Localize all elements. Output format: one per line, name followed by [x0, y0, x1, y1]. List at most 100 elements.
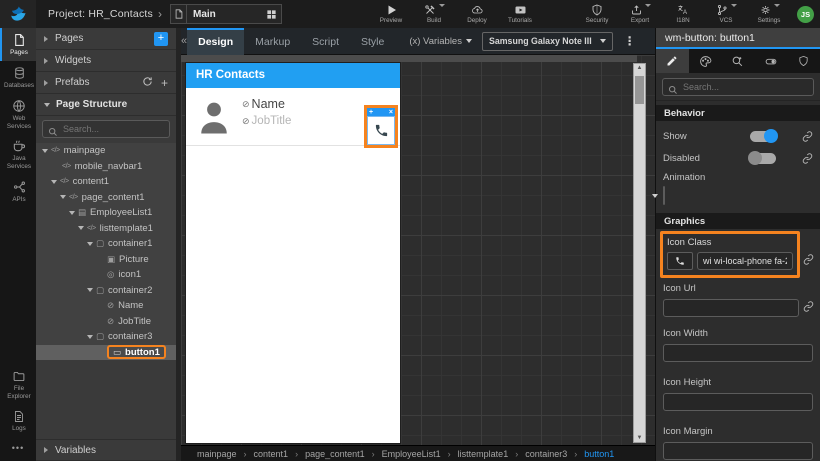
tab-toggle-options[interactable] — [754, 49, 787, 73]
export-button[interactable]: Export — [625, 4, 655, 24]
collapse-arrow-icon[interactable] — [78, 226, 84, 231]
icon-margin-input[interactable] — [663, 442, 813, 460]
breadcrumb-container3[interactable]: container3 — [525, 449, 567, 459]
tab-security[interactable] — [787, 49, 820, 73]
tree-item-container2[interactable]: ▢ container2 — [36, 283, 176, 299]
breadcrumb-page-content1[interactable]: page_content1 — [305, 449, 365, 459]
avatar-picture[interactable] — [196, 97, 232, 142]
tree-item-container1[interactable]: ▢ container1 — [36, 236, 176, 252]
tab-design[interactable]: Design — [187, 27, 245, 55]
tab-style[interactable]: Style — [350, 28, 395, 55]
collapse-arrow-icon[interactable] — [60, 195, 66, 200]
tree-item-content1[interactable]: </> content1 — [36, 174, 176, 190]
wavemaker-logo[interactable] — [0, 0, 36, 28]
canvas-grid-area[interactable]: HR Contacts ⊘ Name ⊘ JobTitle + × ▲ ▼ — [181, 55, 655, 445]
breadcrumb-button1[interactable]: button1 — [584, 449, 614, 459]
build-button[interactable]: Build — [419, 4, 449, 24]
deploy-button[interactable]: Deploy — [462, 4, 492, 24]
canvas-scrollbar[interactable]: ▲ ▼ — [633, 63, 646, 443]
tab-styles[interactable] — [689, 49, 722, 73]
settings-button[interactable]: Settings — [754, 4, 784, 24]
section-page-structure[interactable]: Page Structure — [36, 94, 176, 116]
widget-add-button[interactable]: + — [369, 109, 373, 116]
tree-item-container3[interactable]: ▢ container3 — [36, 329, 176, 345]
disabled-toggle[interactable] — [748, 151, 776, 165]
add-page-button[interactable]: + — [154, 31, 168, 46]
scrollbar-thumb[interactable] — [635, 76, 644, 104]
show-toggle[interactable] — [750, 129, 778, 143]
rail-item-file-explorer[interactable]: File Explorer — [0, 365, 36, 405]
bind-link-icon[interactable] — [802, 130, 813, 142]
phone-call-button[interactable] — [367, 116, 395, 145]
icon-picker-button[interactable] — [667, 252, 693, 270]
tree-item-mainpage[interactable]: </> mainpage — [36, 143, 176, 159]
page-tab-main[interactable]: Main — [170, 4, 282, 24]
tree-item-picture[interactable]: ▣ Picture — [36, 252, 176, 268]
widget-remove-button[interactable]: × — [389, 109, 393, 116]
collapse-arrow-icon[interactable] — [69, 210, 75, 215]
variables-button[interactable]: (x) Variables — [409, 36, 472, 47]
collapse-arrow-icon[interactable] — [87, 334, 93, 339]
section-prefabs[interactable]: Prefabs + — [36, 72, 176, 94]
tab-markup[interactable]: Markup — [244, 28, 301, 55]
section-pages[interactable]: Pages + — [36, 28, 176, 50]
tree-item-jobtitle[interactable]: ⊘ JobTitle — [36, 314, 176, 330]
breadcrumb-listtemplate1[interactable]: listtemplate1 — [458, 449, 509, 459]
breadcrumb-content1[interactable]: content1 — [254, 449, 289, 459]
grid-icon[interactable] — [261, 9, 281, 20]
more-options-button[interactable]: ⋮ — [621, 34, 639, 48]
icon-height-input[interactable] — [663, 393, 813, 411]
bind-link-icon[interactable] — [803, 301, 814, 312]
collapse-arrow-icon[interactable] — [42, 148, 48, 153]
tree-item-employeelist1[interactable]: ▤ EmployeeList1 — [36, 205, 176, 221]
section-widgets[interactable]: Widgets — [36, 50, 176, 72]
breadcrumb-employeelist1[interactable]: EmployeeList1 — [382, 449, 441, 459]
rail-more-button[interactable]: ••• — [0, 437, 36, 461]
icon-class-input[interactable] — [697, 252, 793, 270]
tab-search-properties[interactable] — [722, 49, 755, 73]
name-label[interactable]: Name — [252, 97, 285, 111]
animation-select[interactable] — [652, 186, 665, 205]
icon-width-input[interactable] — [663, 344, 813, 362]
tree-item-name[interactable]: ⊘ Name — [36, 298, 176, 314]
bind-link-icon[interactable] — [802, 152, 813, 164]
search-input[interactable] — [63, 121, 165, 137]
chevron-right-icon: › — [371, 448, 375, 459]
rail-item-web-services[interactable]: Web Services — [0, 94, 36, 135]
tree-item-icon1[interactable]: ◎ icon1 — [36, 267, 176, 283]
tree-item-mobile-navbar1[interactable]: </> mobile_navbar1 — [36, 159, 176, 175]
tree-item-button1[interactable]: ▭ button1 — [36, 344, 176, 360]
collapse-arrow-icon[interactable] — [87, 288, 93, 293]
tree-item-listtemplate1[interactable]: </> listtemplate1 — [36, 221, 176, 237]
mobile-navbar[interactable]: HR Contacts — [186, 63, 400, 88]
rail-item-java-services[interactable]: Java Services — [0, 134, 36, 175]
tutorials-button[interactable]: Tutorials — [505, 4, 535, 24]
breadcrumb-mainpage[interactable]: mainpage — [197, 449, 237, 459]
tab-script[interactable]: Script — [301, 28, 350, 55]
properties-search-input[interactable] — [683, 79, 809, 95]
preview-button[interactable]: Preview — [376, 4, 406, 24]
add-prefab-button[interactable]: + — [161, 77, 168, 89]
section-variables[interactable]: Variables — [36, 439, 176, 461]
rail-item-logs[interactable]: Logs — [0, 405, 36, 437]
scroll-up-icon[interactable]: ▲ — [634, 65, 645, 71]
property-icon-height: Icon Height — [656, 374, 820, 415]
rail-item-databases[interactable]: Databases — [0, 61, 36, 94]
collapse-arrow-icon[interactable] — [87, 241, 93, 246]
tab-properties[interactable] — [656, 49, 689, 73]
rail-item-apis[interactable]: APIs — [0, 175, 36, 208]
bind-link-icon[interactable] — [803, 254, 814, 265]
scroll-down-icon[interactable]: ▼ — [634, 435, 645, 441]
employee-list-item[interactable]: ⊘ Name ⊘ JobTitle + × — [186, 88, 400, 148]
vcs-button[interactable]: VCS — [711, 4, 741, 24]
device-selector[interactable]: Samsung Galaxy Note III — [481, 31, 613, 51]
refresh-prefabs-button[interactable] — [142, 76, 153, 89]
rail-item-pages[interactable]: Pages — [0, 28, 36, 61]
user-avatar[interactable]: JS — [797, 5, 814, 23]
security-button[interactable]: Security — [582, 4, 612, 24]
collapse-arrow-icon[interactable] — [51, 179, 57, 184]
tree-item-page-content1[interactable]: </> page_content1 — [36, 190, 176, 206]
icon-url-input[interactable] — [663, 299, 799, 317]
i18n-button[interactable]: A I18N — [668, 4, 698, 24]
jobtitle-label[interactable]: JobTitle — [252, 115, 292, 127]
